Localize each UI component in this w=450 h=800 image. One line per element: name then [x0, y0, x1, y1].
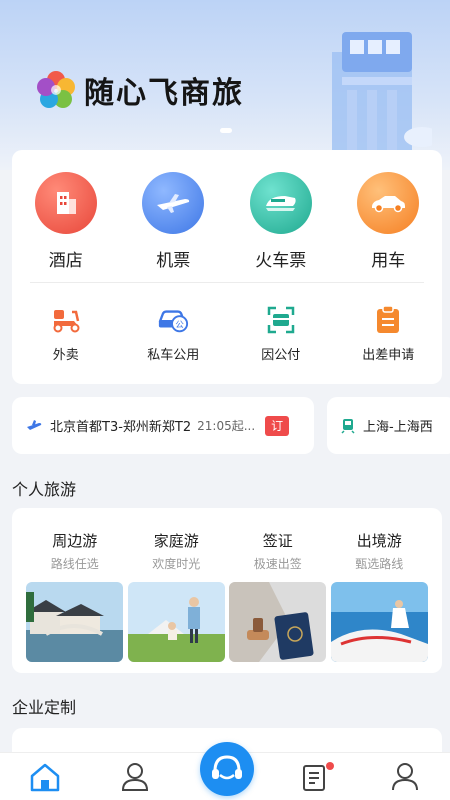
service-flight[interactable]: 机票	[120, 172, 228, 271]
travel-name: 签证	[262, 532, 293, 550]
section-title: 个人旅游	[12, 480, 77, 499]
train-icon	[341, 418, 355, 434]
scooter-icon	[50, 304, 82, 336]
service-scan-pay[interactable]: 因公付	[227, 304, 335, 363]
travel-item-outbound[interactable]: 出境游 甄选路线	[329, 530, 431, 662]
travel-sub: 极速出签	[253, 557, 302, 571]
tab-home[interactable]	[0, 762, 90, 792]
svg-text:公: 公	[176, 320, 185, 330]
banner-indicator	[220, 128, 232, 133]
private-car-icon: 公	[157, 304, 189, 336]
tab-contacts[interactable]	[90, 762, 180, 792]
nearby-tour-image	[26, 582, 124, 662]
profile-icon	[392, 762, 418, 790]
trip-card[interactable]: 上海-上海西	[327, 397, 450, 454]
plane-icon	[142, 172, 205, 234]
notification-dot	[326, 761, 334, 770]
service-train[interactable]: 火车票	[227, 172, 335, 271]
service-travel-request[interactable]: 出差申请	[335, 304, 443, 363]
service-label: 因公付	[261, 348, 301, 363]
service-label: 火车票	[255, 251, 307, 271]
contacts-icon	[121, 762, 149, 791]
travel-name: 周边游	[52, 532, 98, 550]
visa-image	[229, 582, 327, 662]
hero-banner[interactable]: 随心飞商旅	[0, 0, 450, 170]
hotel-icon	[34, 172, 97, 234]
home-icon	[30, 763, 60, 791]
clipboard-icon	[372, 304, 404, 336]
app-title: 随心飞商旅	[84, 76, 244, 111]
travel-sub: 欢度时光	[152, 557, 201, 571]
tab-profile[interactable]	[360, 762, 450, 792]
outbound-tour-image	[330, 582, 428, 662]
personal-travel-card: 周边游 路线任选 家庭游 欢度时光 签证 极速出签 出境游 甄选路线	[12, 508, 442, 673]
travel-item-nearby[interactable]: 周边游 路线任选	[24, 530, 126, 662]
customer-service-button[interactable]	[200, 742, 254, 796]
travel-name: 出境游	[356, 532, 402, 550]
building-illustration	[332, 32, 432, 152]
trip-route: 上海-上海西	[363, 420, 433, 435]
trip-time: 21:05起...	[197, 419, 256, 433]
section-title: 企业定制	[12, 698, 77, 717]
app-logo-icon	[37, 71, 75, 108]
car-icon	[357, 172, 420, 234]
service-private-car[interactable]: 公 私车公用	[120, 304, 228, 363]
service-hotel[interactable]: 酒店	[12, 172, 120, 271]
plane-icon	[27, 419, 42, 430]
trip-card[interactable]: 北京首都T3-郑州新郑T2 21:05起... 订	[12, 397, 314, 454]
services-card: 酒店 机票 火车票 用车 外卖 公 私车公用 因公付 出差申请	[12, 150, 442, 384]
travel-sub: 路线任选	[50, 557, 99, 571]
service-label: 酒店	[48, 251, 83, 271]
service-label: 出差申请	[362, 348, 415, 363]
trip-route: 北京首都T3-郑州新郑T2	[50, 420, 192, 435]
scan-pay-icon	[265, 304, 297, 336]
travel-item-family[interactable]: 家庭游 欢度时光	[126, 530, 228, 662]
service-label: 外卖	[52, 348, 79, 363]
divider	[30, 282, 424, 283]
service-label: 私车公用	[147, 348, 200, 363]
family-tour-image	[127, 582, 225, 662]
order-badge[interactable]: 订	[265, 415, 290, 436]
travel-name: 家庭游	[153, 532, 199, 550]
support-icon	[212, 755, 242, 780]
service-takeout[interactable]: 外卖	[12, 304, 120, 363]
service-label: 用车	[371, 251, 406, 271]
orders-icon	[303, 764, 325, 791]
travel-item-visa[interactable]: 签证 极速出签	[227, 530, 329, 662]
service-car[interactable]: 用车	[335, 172, 443, 271]
service-label: 机票	[156, 251, 191, 271]
travel-sub: 甄选路线	[355, 557, 404, 571]
tab-orders[interactable]	[270, 761, 360, 792]
train-icon	[249, 172, 312, 234]
